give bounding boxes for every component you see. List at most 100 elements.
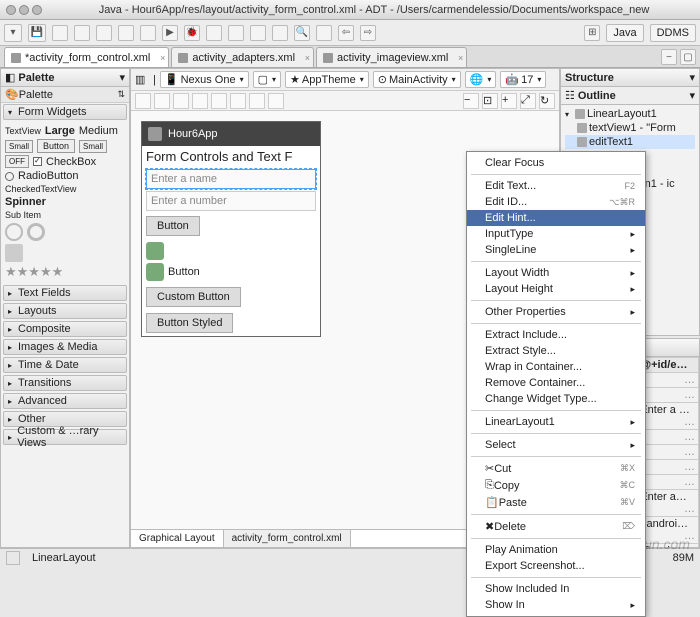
menu-extract-include[interactable]: Extract Include... — [467, 327, 645, 343]
menu-select[interactable]: Select▸ — [467, 437, 645, 453]
tool-icon[interactable] — [316, 25, 332, 41]
tool-icon[interactable] — [52, 25, 68, 41]
menu-edit-id[interactable]: Edit ID...⌥⌘R — [467, 194, 645, 210]
new-button[interactable]: ▾ — [4, 24, 22, 42]
menu-input-type[interactable]: InputType▸ — [467, 226, 645, 242]
menu-layout-width[interactable]: Layout Width▸ — [467, 265, 645, 281]
preview-edittext-selected[interactable]: Enter a name — [146, 169, 316, 189]
drawer-layouts[interactable]: ▸Layouts — [3, 303, 127, 319]
preview-button[interactable]: Button Styled — [146, 313, 233, 333]
ratingbar-icon[interactable]: ★★★★★ — [5, 264, 125, 280]
close-icon[interactable]: × — [305, 53, 310, 63]
preview-button[interactable]: Button — [146, 263, 316, 281]
menu-cut[interactable]: ✂ Cut⌘X — [467, 460, 645, 477]
minimize-icon[interactable] — [19, 5, 29, 15]
preview-edittext[interactable]: Enter a number — [146, 191, 316, 211]
menu-play-animation[interactable]: Play Animation — [467, 542, 645, 558]
menu-show-in[interactable]: Show In▸ — [467, 597, 645, 613]
menu-copy[interactable]: ⎘ Copy⌘C — [467, 477, 645, 494]
menu-icon[interactable]: ▾ — [689, 89, 695, 102]
menu-linearlayout[interactable]: LinearLayout1▸ — [467, 414, 645, 430]
zoom-out-button[interactable]: − — [463, 93, 479, 109]
close-icon[interactable]: × — [160, 53, 165, 63]
locale-dropdown[interactable]: 🌐 — [465, 71, 497, 88]
menu-extract-style[interactable]: Extract Style... — [467, 343, 645, 359]
tool-icon[interactable] — [272, 25, 288, 41]
preview-button[interactable]: Custom Button — [146, 287, 241, 307]
zoom-reset-button[interactable]: ⊡ — [482, 93, 498, 109]
palette-subheader[interactable]: 🎨 Palette ⇅ — [1, 87, 129, 103]
config-icon[interactable]: ▥ — [135, 73, 149, 87]
run-button[interactable]: ▶ — [162, 25, 178, 41]
open-perspective-button[interactable]: ⊞ — [584, 25, 600, 41]
forward-button[interactable]: ⇨ — [360, 25, 376, 41]
tab-graphical-layout[interactable]: Graphical Layout — [131, 530, 224, 547]
drawer-images[interactable]: ▸Images & Media — [3, 339, 127, 355]
debug-button[interactable]: 🐞 — [184, 25, 200, 41]
menu-delete[interactable]: ✖ Delete⌦ — [467, 518, 645, 535]
menu-icon[interactable]: ▾ — [689, 71, 695, 84]
activity-dropdown[interactable]: ⊙ MainActivity — [373, 71, 461, 88]
preview-button[interactable]: Button — [146, 216, 200, 236]
drawer-transitions[interactable]: ▸Transitions — [3, 375, 127, 391]
drawer-composite[interactable]: ▸Composite — [3, 321, 127, 337]
toggle-icon[interactable] — [249, 93, 265, 109]
tool-icon[interactable] — [74, 25, 90, 41]
minimize-icon[interactable]: − — [661, 49, 677, 65]
radio-icon[interactable] — [5, 172, 14, 181]
editor-tab-active[interactable]: *activity_form_control.xml× — [4, 47, 169, 67]
zoom-icon[interactable] — [32, 5, 42, 15]
toggle-icon[interactable] — [230, 93, 246, 109]
menu-edit-hint[interactable]: Edit Hint... — [467, 210, 645, 226]
preview-imagebutton[interactable] — [146, 242, 316, 260]
editor-tab[interactable]: activity_imageview.xml× — [316, 47, 467, 67]
progress-icon[interactable] — [5, 223, 23, 241]
toggle-icon[interactable] — [211, 93, 227, 109]
refresh-button[interactable]: ↻ — [539, 93, 555, 109]
theme-dropdown[interactable]: ★ AppTheme — [285, 71, 369, 88]
outline-node-selected[interactable]: editText1 — [565, 135, 695, 149]
drawer-advanced[interactable]: ▸Advanced — [3, 393, 127, 409]
perspective-java[interactable]: Java — [606, 24, 643, 42]
quickcontact-icon[interactable] — [5, 244, 23, 262]
outline-node[interactable]: textView1 - "Form — [565, 121, 695, 135]
window-controls[interactable] — [6, 5, 42, 15]
zoom-fit-button[interactable]: ⤢ — [520, 93, 536, 109]
chevron-icon[interactable]: ⇅ — [117, 89, 125, 100]
menu-clear-focus[interactable]: Clear Focus — [467, 155, 645, 171]
device-dropdown[interactable]: 📱 Nexus One — [160, 71, 249, 88]
menu-edit-text[interactable]: Edit Text...F2 — [467, 178, 645, 194]
tool-icon[interactable] — [228, 25, 244, 41]
maximize-icon[interactable]: ▢ — [680, 49, 696, 65]
menu-paste[interactable]: 📋 Paste⌘V — [467, 494, 645, 511]
drawer-custom[interactable]: ▸Custom & …rary Views — [3, 429, 127, 445]
checkbox-icon[interactable] — [33, 157, 42, 166]
tool-icon[interactable] — [118, 25, 134, 41]
close-icon[interactable] — [6, 5, 16, 15]
menu-remove-container[interactable]: Remove Container... — [467, 375, 645, 391]
save-button[interactable]: 💾 — [28, 24, 46, 42]
menu-change-type[interactable]: Change Widget Type... — [467, 391, 645, 407]
tool-icon[interactable] — [206, 25, 222, 41]
menu-show-included-in[interactable]: Show Included In — [467, 581, 645, 597]
outline-node[interactable]: ▾LinearLayout1 — [565, 107, 695, 121]
back-button[interactable]: ⇦ — [338, 25, 354, 41]
api-dropdown[interactable]: 🤖 17 — [500, 71, 546, 88]
tab-xml-source[interactable]: activity_form_control.xml — [224, 530, 351, 547]
menu-other-properties[interactable]: Other Properties▸ — [467, 304, 645, 320]
tool-icon[interactable] — [96, 25, 112, 41]
menu-export-screenshot[interactable]: Export Screenshot... — [467, 558, 645, 574]
tool-icon[interactable] — [140, 25, 156, 41]
toggle-icon[interactable] — [135, 93, 151, 109]
menu-layout-height[interactable]: Layout Height▸ — [467, 281, 645, 297]
drawer-text-fields[interactable]: ▸Text Fields — [3, 285, 127, 301]
orientation-dropdown[interactable]: ▢ — [253, 71, 281, 88]
drawer-form-widgets[interactable]: ▾Form Widgets — [3, 104, 127, 120]
menu-wrap-container[interactable]: Wrap in Container... — [467, 359, 645, 375]
toggle-icon[interactable] — [173, 93, 189, 109]
progress-icon[interactable] — [27, 223, 45, 241]
search-button[interactable]: 🔍 — [294, 25, 310, 41]
toggle-icon[interactable] — [268, 93, 284, 109]
toggle-icon[interactable] — [154, 93, 170, 109]
tool-icon[interactable] — [250, 25, 266, 41]
